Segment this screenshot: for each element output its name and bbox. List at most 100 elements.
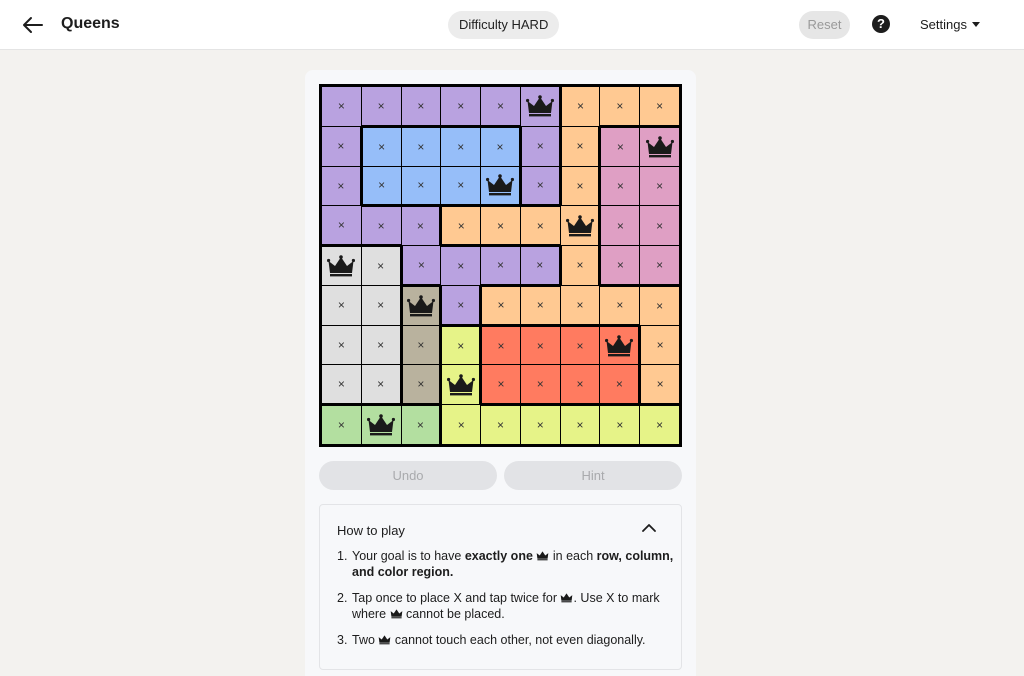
board-cell[interactable] <box>520 87 559 126</box>
undo-button[interactable]: Undo <box>319 461 497 490</box>
board-cell[interactable]: × <box>600 87 640 125</box>
board-cell[interactable]: × <box>601 127 640 166</box>
board-cell[interactable] <box>361 406 401 444</box>
board-cell[interactable]: × <box>442 285 480 324</box>
x-mark: × <box>576 178 584 193</box>
help-icon[interactable]: ? <box>872 15 890 33</box>
board-cell[interactable]: × <box>442 207 481 245</box>
board-cell[interactable]: × <box>561 246 599 285</box>
x-mark: × <box>457 98 465 113</box>
board-cell[interactable]: × <box>561 166 599 206</box>
board-cell[interactable]: × <box>600 406 640 444</box>
board-cell[interactable]: × <box>481 207 520 245</box>
board-cell[interactable]: × <box>322 285 361 325</box>
board-cell[interactable]: × <box>402 325 440 365</box>
board-cell[interactable]: × <box>561 126 599 166</box>
x-mark: × <box>416 219 424 234</box>
board-cell[interactable]: × <box>482 286 520 324</box>
board-cell[interactable]: × <box>322 325 361 365</box>
board-cell[interactable]: × <box>442 326 480 365</box>
board-cell[interactable] <box>442 365 480 405</box>
board-cell[interactable]: × <box>361 325 400 365</box>
board-cell[interactable]: × <box>520 286 560 324</box>
x-mark: × <box>497 377 505 392</box>
board-cell[interactable]: × <box>520 406 560 444</box>
board-cell[interactable]: × <box>402 365 440 404</box>
board-cell[interactable]: × <box>601 246 640 284</box>
board-cell[interactable]: × <box>520 207 560 245</box>
crown-icon <box>645 135 674 158</box>
board-cell[interactable]: × <box>442 405 481 444</box>
chevron-up-icon[interactable] <box>642 523 656 533</box>
board-cell[interactable]: × <box>560 406 600 444</box>
board-cell[interactable]: × <box>441 166 481 205</box>
x-mark: × <box>337 99 345 114</box>
board-cell[interactable]: × <box>362 166 401 205</box>
board-cell[interactable] <box>640 127 679 166</box>
board-cell[interactable]: × <box>481 406 520 444</box>
reset-button[interactable]: Reset <box>799 11 850 39</box>
rule-number: 2. <box>337 591 348 605</box>
board-cell[interactable]: × <box>481 127 519 166</box>
board-cell[interactable]: × <box>521 126 559 166</box>
board-cell[interactable]: × <box>322 166 360 206</box>
board-cell[interactable]: × <box>322 206 361 245</box>
board-cell[interactable]: × <box>560 285 600 324</box>
board-cell[interactable]: × <box>561 87 600 126</box>
x-mark: × <box>656 218 664 233</box>
x-mark: × <box>576 418 584 433</box>
board-cell[interactable] <box>322 247 361 285</box>
board-cell[interactable]: × <box>361 247 400 285</box>
board-cell[interactable]: × <box>520 247 559 284</box>
board-cell[interactable]: × <box>322 365 361 404</box>
board-cell[interactable]: × <box>601 166 640 206</box>
board-cell[interactable]: × <box>600 365 639 404</box>
board-cell[interactable]: × <box>441 127 481 166</box>
board-cell[interactable]: × <box>402 246 441 284</box>
board-cell[interactable]: × <box>481 247 520 284</box>
board-cell[interactable]: × <box>401 207 440 246</box>
board-cell[interactable]: × <box>361 87 401 125</box>
x-mark: × <box>378 139 386 154</box>
board-cell[interactable]: × <box>521 166 559 205</box>
board-cell[interactable] <box>560 206 599 246</box>
board-cell[interactable] <box>600 326 639 365</box>
hint-button[interactable]: Hint <box>504 461 682 490</box>
board-cell[interactable]: × <box>401 166 441 205</box>
x-mark: × <box>656 418 664 433</box>
board-cell[interactable] <box>481 166 519 205</box>
board-cell[interactable]: × <box>640 206 679 246</box>
board-cell[interactable]: × <box>640 246 679 284</box>
board-cell[interactable]: × <box>401 406 440 444</box>
settings-dropdown[interactable]: Settings <box>920 17 980 32</box>
board-cell[interactable]: × <box>601 206 640 246</box>
back-arrow-icon[interactable] <box>20 13 46 37</box>
board-cell[interactable]: × <box>362 127 401 166</box>
board-cell[interactable]: × <box>322 406 361 444</box>
board-cell[interactable]: × <box>640 286 679 325</box>
board-cell[interactable]: × <box>482 326 520 365</box>
difficulty-badge[interactable]: Difficulty HARD <box>448 11 560 39</box>
board-cell[interactable]: × <box>640 166 679 206</box>
board-cell[interactable]: × <box>640 406 679 444</box>
board-cell[interactable]: × <box>401 87 441 125</box>
board-cell[interactable]: × <box>322 87 361 126</box>
board-cell[interactable]: × <box>441 87 481 125</box>
board-cell[interactable]: × <box>560 365 600 404</box>
board-cell[interactable]: × <box>520 326 560 365</box>
board-cell[interactable]: × <box>520 365 560 404</box>
board-cell[interactable] <box>402 286 440 325</box>
board-cell[interactable]: × <box>361 365 400 404</box>
board-cell[interactable]: × <box>361 207 401 245</box>
board-cell[interactable]: × <box>481 87 520 125</box>
board-cell[interactable]: × <box>641 325 679 365</box>
board-cell[interactable]: × <box>640 87 679 125</box>
board-cell[interactable]: × <box>641 365 679 404</box>
board-cell[interactable]: × <box>401 127 441 166</box>
board-cell[interactable]: × <box>560 326 600 365</box>
board-cell[interactable]: × <box>600 286 640 324</box>
board-cell[interactable]: × <box>482 365 520 404</box>
board-cell[interactable]: × <box>361 285 400 325</box>
board-cell[interactable]: × <box>322 126 360 166</box>
board-cell[interactable]: × <box>441 247 481 285</box>
